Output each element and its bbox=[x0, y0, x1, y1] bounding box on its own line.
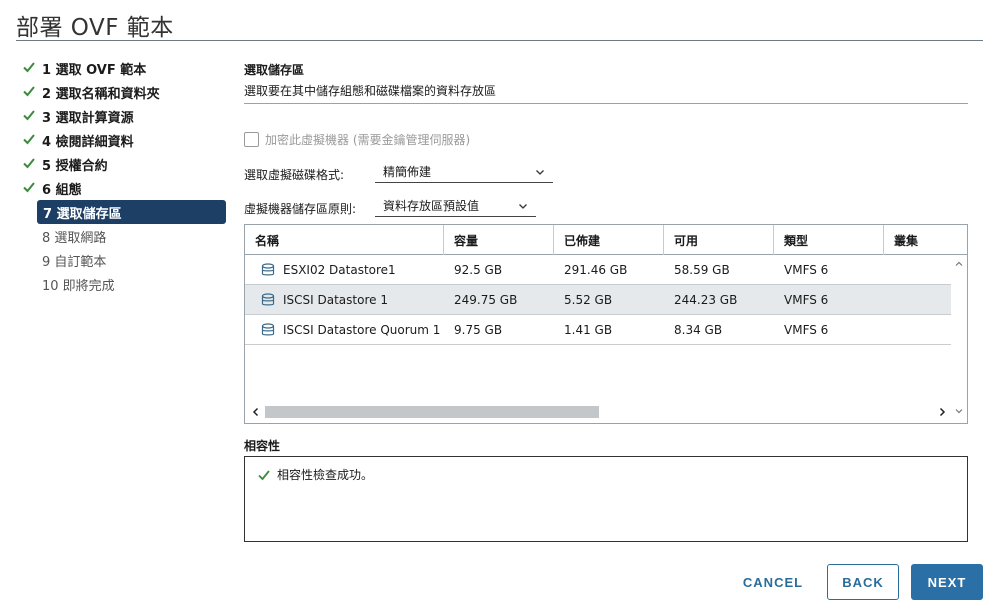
check-icon bbox=[258, 469, 270, 480]
window-title: 部署 OVF 範本 bbox=[16, 15, 174, 41]
cluster-cell bbox=[884, 285, 951, 315]
table-row[interactable]: ESXI02 Datastore1 92.5 GB 291.46 GB 58.5… bbox=[245, 255, 951, 285]
chevron-down-icon bbox=[519, 203, 527, 209]
type-cell: VMFS 6 bbox=[784, 293, 829, 307]
compatibility-message: 相容性檢查成功。 bbox=[257, 466, 373, 483]
check-icon bbox=[23, 62, 35, 73]
back-button[interactable]: BACK bbox=[827, 564, 899, 600]
disk-format-select[interactable]: 精簡佈建 bbox=[375, 161, 553, 183]
step-8: 8 選取網路 bbox=[20, 224, 226, 248]
disk-format-label: 選取虛擬磁碟格式: bbox=[244, 168, 345, 182]
column-cluster[interactable]: 叢集 bbox=[884, 225, 967, 255]
free-cell: 58.59 GB bbox=[674, 263, 730, 277]
step-4[interactable]: 4 檢閱詳細資料 bbox=[20, 128, 226, 152]
step-7-active[interactable]: 7 選取儲存區 bbox=[37, 200, 226, 224]
capacity-cell: 92.5 GB bbox=[454, 263, 503, 277]
step-2[interactable]: 2 選取名稱和資料夾 bbox=[20, 80, 226, 104]
step-label: 6 組態 bbox=[42, 182, 82, 198]
compatibility-label: 相容性 bbox=[244, 439, 281, 453]
compatibility-panel: 相容性檢查成功。 bbox=[244, 456, 968, 542]
step-label: 9 自訂範本 bbox=[42, 254, 107, 270]
storage-policy-select[interactable]: 資料存放區預設值 bbox=[375, 195, 536, 217]
provisioned-cell: 1.41 GB bbox=[564, 323, 613, 337]
title-divider bbox=[16, 40, 983, 41]
scroll-down-icon[interactable] bbox=[954, 406, 964, 416]
step-label: 10 即將完成 bbox=[42, 278, 115, 294]
free-cell: 8.34 GB bbox=[674, 323, 723, 337]
chevron-down-icon bbox=[536, 169, 544, 175]
table-row-selected[interactable]: ISCSI Datastore 1 249.75 GB 5.52 GB 244.… bbox=[245, 285, 951, 315]
column-provisioned[interactable]: 已佈建 bbox=[554, 225, 664, 255]
capacity-cell: 9.75 GB bbox=[454, 323, 503, 337]
step-3[interactable]: 3 選取計算資源 bbox=[20, 104, 226, 128]
provisioned-cell: 291.46 GB bbox=[564, 263, 628, 277]
step-10: 10 即將完成 bbox=[20, 272, 226, 296]
step-1[interactable]: 1 選取 OVF 範本 bbox=[20, 56, 226, 80]
check-icon bbox=[23, 182, 35, 193]
datastore-icon bbox=[261, 263, 275, 276]
check-icon bbox=[23, 86, 35, 97]
column-capacity[interactable]: 容量 bbox=[444, 225, 554, 255]
cancel-button[interactable]: CANCEL bbox=[735, 564, 811, 600]
type-cell: VMFS 6 bbox=[784, 323, 829, 337]
step-label: 8 選取網路 bbox=[42, 230, 107, 246]
cluster-cell bbox=[884, 315, 951, 345]
datastore-name: ISCSI Datastore 1 bbox=[283, 293, 388, 307]
section-title: 選取儲存區 bbox=[244, 63, 305, 77]
step-6[interactable]: 6 組態 bbox=[20, 176, 226, 200]
section-description: 選取要在其中儲存組態和磁碟檔案的資料存放區 bbox=[244, 84, 497, 98]
check-icon bbox=[23, 110, 35, 121]
scrollbar-thumb[interactable] bbox=[265, 406, 599, 418]
check-icon bbox=[23, 134, 35, 145]
step-5[interactable]: 5 授權合約 bbox=[20, 152, 226, 176]
scroll-left-icon[interactable] bbox=[251, 407, 261, 417]
check-icon bbox=[23, 158, 35, 169]
step-9: 9 自訂範本 bbox=[20, 248, 226, 272]
column-free[interactable]: 可用 bbox=[664, 225, 774, 255]
compatibility-text: 相容性檢查成功。 bbox=[277, 468, 374, 482]
section-divider bbox=[244, 103, 968, 104]
step-label: 4 檢閱詳細資料 bbox=[42, 134, 134, 150]
scroll-up-icon[interactable] bbox=[954, 259, 964, 269]
storage-policy-label: 虛擬機器儲存區原則: bbox=[244, 202, 357, 216]
encrypt-vm-option: 加密此虛擬機器 (需要金鑰管理伺服器) bbox=[244, 131, 470, 148]
storage-policy-value: 資料存放區預設值 bbox=[383, 199, 480, 213]
step-label: 2 選取名稱和資料夾 bbox=[42, 86, 160, 102]
encrypt-label: 加密此虛擬機器 (需要金鑰管理伺服器) bbox=[265, 133, 471, 147]
step-label: 1 選取 OVF 範本 bbox=[42, 62, 147, 78]
type-cell: VMFS 6 bbox=[784, 263, 829, 277]
step-label: 7 選取儲存區 bbox=[43, 206, 122, 222]
datastore-icon bbox=[261, 293, 275, 306]
vertical-scrollbar[interactable] bbox=[951, 255, 967, 423]
wizard-steps: 1 選取 OVF 範本 2 選取名稱和資料夾 3 選取計算資源 4 檢閱詳細資料… bbox=[20, 56, 226, 296]
datastore-name: ISCSI Datastore Quorum 1 bbox=[283, 323, 441, 337]
cluster-cell bbox=[884, 255, 951, 285]
provisioned-cell: 5.52 GB bbox=[564, 293, 613, 307]
datastore-table: 名稱 容量 已佈建 可用 類型 叢集 ESXI02 Datastore1 92.… bbox=[244, 224, 968, 424]
horizontal-scrollbar[interactable] bbox=[247, 403, 951, 421]
scroll-right-icon[interactable] bbox=[937, 407, 947, 417]
datastore-icon bbox=[261, 323, 275, 336]
table-row[interactable]: ISCSI Datastore Quorum 1 9.75 GB 1.41 GB… bbox=[245, 315, 951, 345]
datastore-name: ESXI02 Datastore1 bbox=[283, 263, 396, 277]
next-button[interactable]: NEXT bbox=[911, 564, 983, 600]
step-label: 3 選取計算資源 bbox=[42, 110, 134, 126]
free-cell: 244.23 GB bbox=[674, 293, 738, 307]
step-label: 5 授權合約 bbox=[42, 158, 108, 174]
column-type[interactable]: 類型 bbox=[774, 225, 884, 255]
capacity-cell: 249.75 GB bbox=[454, 293, 518, 307]
disk-format-value: 精簡佈建 bbox=[383, 165, 432, 179]
column-name[interactable]: 名稱 bbox=[245, 225, 444, 255]
table-header: 名稱 容量 已佈建 可用 類型 叢集 bbox=[245, 225, 967, 255]
encrypt-checkbox bbox=[244, 132, 259, 147]
